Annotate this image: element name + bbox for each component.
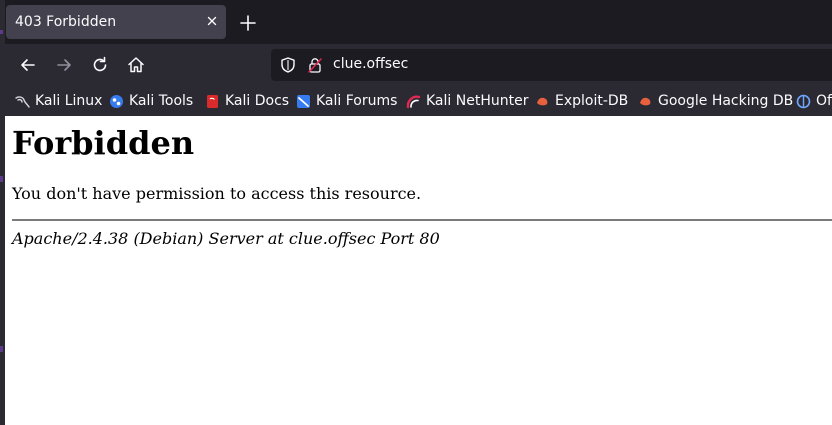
bookmark-kali-forums[interactable]: Kali Forums	[296, 92, 397, 110]
edge-mark	[0, 346, 3, 352]
kali-forums-icon	[297, 94, 310, 108]
server-signature: Apache/2.4.38 (Debian) Server at clue.of…	[12, 229, 440, 248]
bookmark-offsec[interactable]: OffSec	[796, 92, 832, 110]
edge-mark	[0, 176, 3, 182]
ghdb-icon	[640, 97, 651, 105]
bookmark-label: Kali Linux	[35, 93, 103, 109]
tab-strip: 403 Forbidden	[5, 0, 832, 44]
bookmark-exploit-db[interactable]: Exploit-DB	[535, 92, 628, 110]
close-icon[interactable]	[204, 13, 220, 29]
home-icon[interactable]	[125, 54, 147, 76]
edge-mark	[0, 30, 3, 34]
kali-docs-icon	[207, 94, 218, 108]
tab-title: 403 Forbidden	[15, 14, 117, 30]
horizontal-rule	[12, 219, 832, 221]
error-message: You don't have permission to access this…	[12, 184, 422, 203]
reload-icon[interactable]	[89, 54, 111, 76]
page-heading: Forbidden	[12, 124, 195, 162]
forward-arrow-icon[interactable]	[53, 54, 75, 76]
kali-tools-icon	[110, 94, 123, 108]
tab-active[interactable]: 403 Forbidden	[6, 5, 226, 39]
bookmark-label: Kali Tools	[129, 93, 194, 109]
bookmark-label: Kali Docs	[225, 93, 290, 109]
insecure-lock-icon[interactable]	[306, 56, 324, 74]
bookmark-kali-tools[interactable]: Kali Tools	[109, 92, 193, 110]
bookmark-label: Kali NetHunter	[426, 93, 529, 109]
navigation-toolbar: clue.offsec	[5, 44, 832, 86]
bookmark-label: Google Hacking DB	[658, 93, 794, 109]
bookmark-kali-linux[interactable]: Kali Linux	[15, 92, 102, 110]
url-text: clue.offsec	[333, 56, 409, 72]
bookmark-kali-nethunter[interactable]: Kali NetHunter	[406, 92, 528, 110]
bookmark-google-hacking-db[interactable]: Google Hacking DB	[638, 92, 793, 110]
back-arrow-icon[interactable]	[17, 54, 39, 76]
bookmark-label: Kali Forums	[316, 93, 398, 109]
shield-icon[interactable]	[279, 56, 297, 74]
page-content: Forbidden You don't have permission to a…	[5, 116, 832, 425]
bookmark-label: OffSec	[816, 93, 832, 109]
offsec-icon	[796, 94, 811, 108]
new-tab-icon[interactable]	[238, 13, 258, 33]
bookmark-kali-docs[interactable]: Kali Docs	[205, 92, 289, 110]
bookmark-label: Exploit-DB	[555, 93, 629, 109]
kali-nethunter-icon	[406, 95, 421, 108]
url-bar[interactable]: clue.offsec	[271, 49, 832, 81]
kali-dragon-icon	[15, 95, 30, 108]
bookmarks-toolbar: Kali Linux Kali Tools Kali Docs Kali For…	[5, 86, 832, 116]
exploit-db-icon	[537, 97, 548, 105]
